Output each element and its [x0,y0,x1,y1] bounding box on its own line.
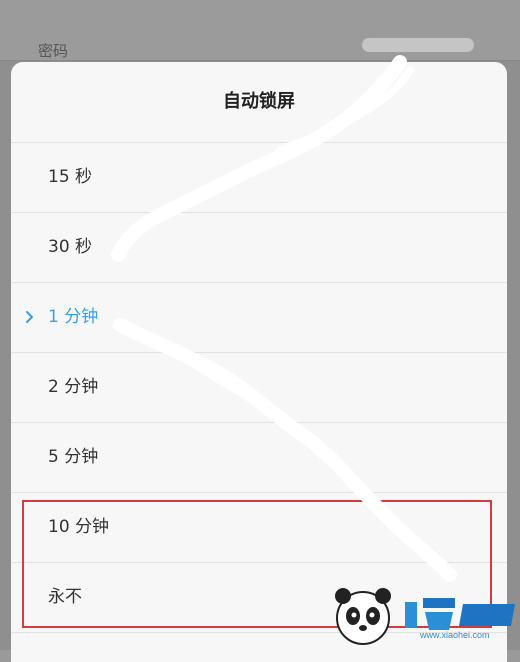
background-row-value-redacted [362,38,474,52]
option-label: 2 分钟 [48,377,99,397]
option-30-seconds[interactable]: 30 秒 [11,213,507,283]
option-1-minute[interactable]: 1 分钟 [11,283,507,353]
option-label: 永不 [48,587,82,607]
option-label: 15 秒 [48,167,93,187]
background-row-label: 密码 [38,42,69,60]
option-15-seconds[interactable]: 15 秒 [11,143,507,213]
dialog-title: 自动锁屏 [11,62,507,143]
option-10-minutes[interactable]: 10 分钟 [11,493,507,563]
watermark-url: www.xiaohei.com [420,630,490,640]
option-label: 30 秒 [48,237,93,257]
option-label: 1 分钟 [48,307,99,327]
option-label: 5 分钟 [48,447,99,467]
auto-lock-dialog: 自动锁屏 15 秒 30 秒 1 分钟 2 分钟 5 分钟 10 分钟 永不 [11,62,507,662]
option-2-minutes[interactable]: 2 分钟 [11,353,507,423]
option-5-minutes[interactable]: 5 分钟 [11,423,507,493]
background-row-password: 密码 [0,0,520,61]
option-label: 10 分钟 [48,517,110,537]
chevron-right-icon [25,283,35,352]
